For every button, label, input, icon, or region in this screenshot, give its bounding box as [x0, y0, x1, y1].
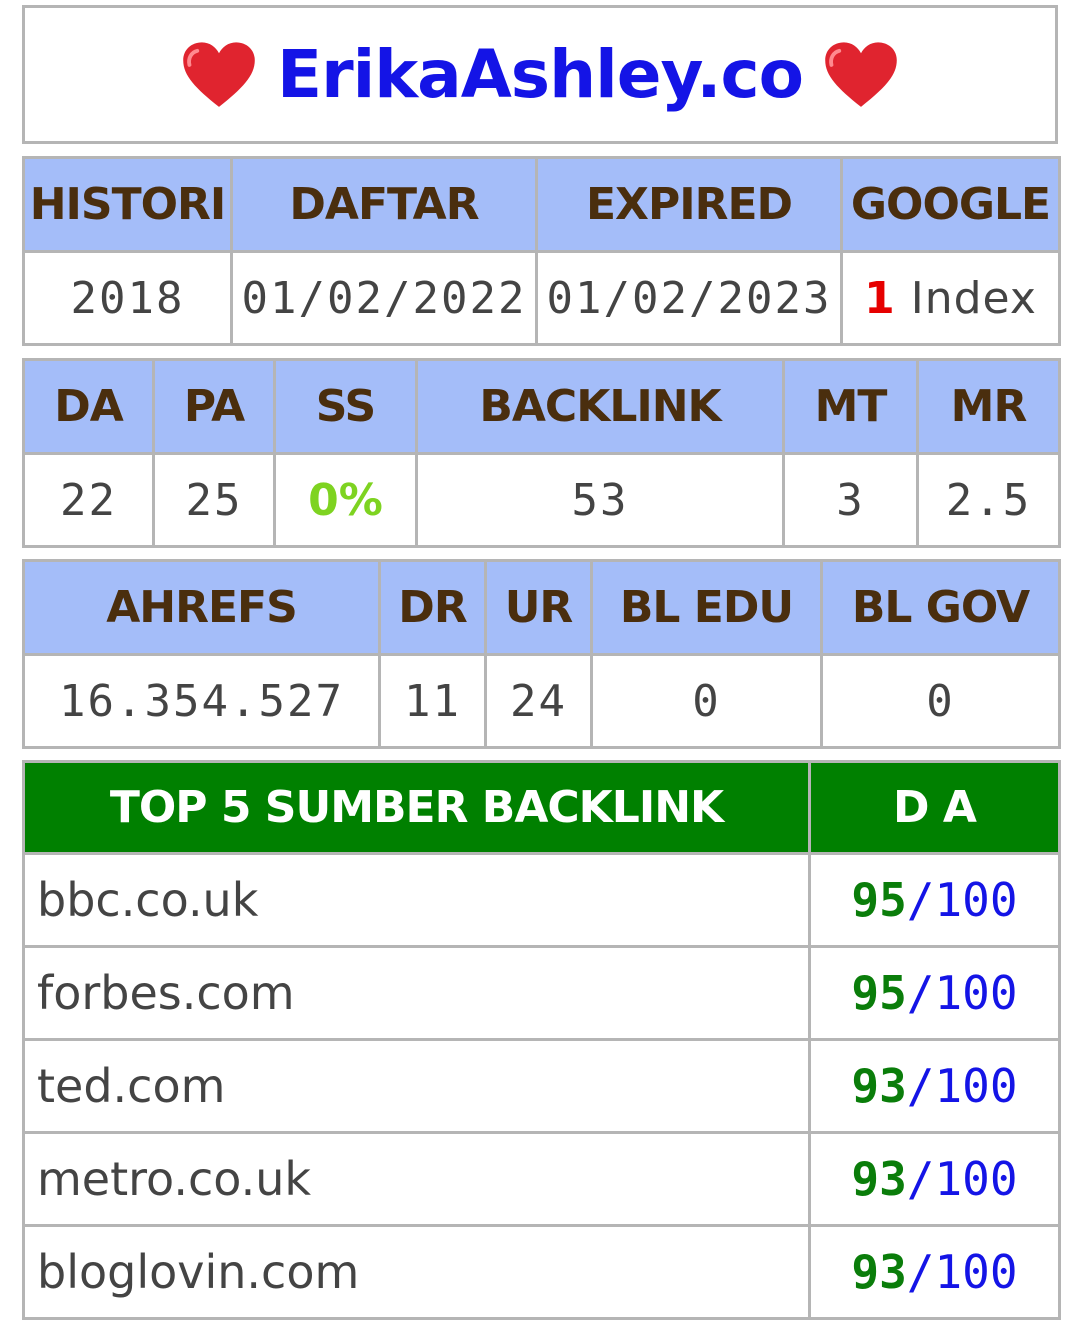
site-title[interactable]: ErikaAshley.co	[277, 36, 804, 113]
da-max: /100	[906, 1245, 1018, 1299]
header-pa: PA	[152, 358, 276, 455]
da-max: /100	[906, 1152, 1018, 1206]
backlink-da: 93/100	[808, 1038, 1061, 1134]
backlink-site[interactable]: bbc.co.uk	[22, 852, 811, 948]
header-ss: SS	[273, 358, 418, 455]
value-histori: 2018	[22, 250, 233, 346]
site-title-box: ErikaAshley.co	[22, 5, 1058, 144]
header-daftar: DAFTAR	[230, 156, 538, 253]
header-ur: UR	[484, 559, 593, 656]
da-score: 93	[851, 1152, 907, 1206]
header-histori: HISTORI	[22, 156, 233, 253]
backlink-site[interactable]: forbes.com	[22, 945, 811, 1041]
da-max: /100	[906, 1059, 1018, 1113]
value-google: 1 Index	[840, 250, 1061, 346]
value-backlink: 53	[415, 452, 785, 548]
value-pa: 25	[152, 452, 276, 548]
da-max: /100	[906, 966, 1018, 1020]
google-index-label: Index	[895, 272, 1037, 324]
da-score: 93	[851, 1245, 907, 1299]
value-da: 22	[22, 452, 155, 548]
backlink-site[interactable]: bloglovin.com	[22, 1224, 811, 1320]
header-mr: MR	[916, 358, 1061, 455]
moz-metrics-table: DA PA SS BACKLINK MT MR 22 25 0% 53 3 2.…	[22, 358, 1061, 548]
header-bl-gov: BL GOV	[820, 559, 1061, 656]
backlink-da: 93/100	[808, 1224, 1061, 1320]
heart-icon	[183, 41, 255, 107]
header-da: DA	[22, 358, 155, 455]
value-mr: 2.5	[916, 452, 1061, 548]
header-mt: MT	[782, 358, 919, 455]
top-backlinks-table: TOP 5 SUMBER BACKLINK D A bbc.co.uk 95/1…	[22, 760, 1061, 1320]
backlink-da: 95/100	[808, 945, 1061, 1041]
da-score: 95	[851, 873, 907, 927]
table-row: forbes.com 95/100	[22, 945, 1061, 1041]
value-bl-edu: 0	[590, 653, 823, 749]
domain-history-table: HISTORI DAFTAR EXPIRED GOOGLE 2018 01/02…	[22, 156, 1061, 346]
table-row: bloglovin.com 93/100	[22, 1224, 1061, 1320]
backlink-site[interactable]: ted.com	[22, 1038, 811, 1134]
header-expired: EXPIRED	[535, 156, 843, 253]
backlink-da: 95/100	[808, 852, 1061, 948]
header-backlink-source: TOP 5 SUMBER BACKLINK	[22, 760, 811, 855]
value-ss: 0%	[273, 452, 418, 548]
backlink-site[interactable]: metro.co.uk	[22, 1131, 811, 1227]
header-dr: DR	[378, 559, 487, 656]
header-bl-edu: BL EDU	[590, 559, 823, 656]
value-ahrefs: 16.354.527	[22, 653, 381, 749]
table-row: metro.co.uk 93/100	[22, 1131, 1061, 1227]
da-score: 95	[851, 966, 907, 1020]
table-row: bbc.co.uk 95/100	[22, 852, 1061, 948]
value-daftar: 01/02/2022	[230, 250, 538, 346]
value-bl-gov: 0	[820, 653, 1061, 749]
table-row: ted.com 93/100	[22, 1038, 1061, 1134]
da-score: 93	[851, 1059, 907, 1113]
header-backlink: BACKLINK	[415, 358, 785, 455]
value-mt: 3	[782, 452, 919, 548]
value-expired: 01/02/2023	[535, 250, 843, 346]
header-ahrefs: AHREFS	[22, 559, 381, 656]
value-dr: 11	[378, 653, 487, 749]
da-max: /100	[906, 873, 1018, 927]
ahrefs-metrics-table: AHREFS DR UR BL EDU BL GOV 16.354.527 11…	[22, 559, 1061, 749]
google-index-count: 1	[864, 272, 896, 324]
heart-icon	[825, 41, 897, 107]
backlink-da: 93/100	[808, 1131, 1061, 1227]
header-google: GOOGLE	[840, 156, 1061, 253]
value-ur: 24	[484, 653, 593, 749]
header-backlink-da: D A	[808, 760, 1061, 855]
